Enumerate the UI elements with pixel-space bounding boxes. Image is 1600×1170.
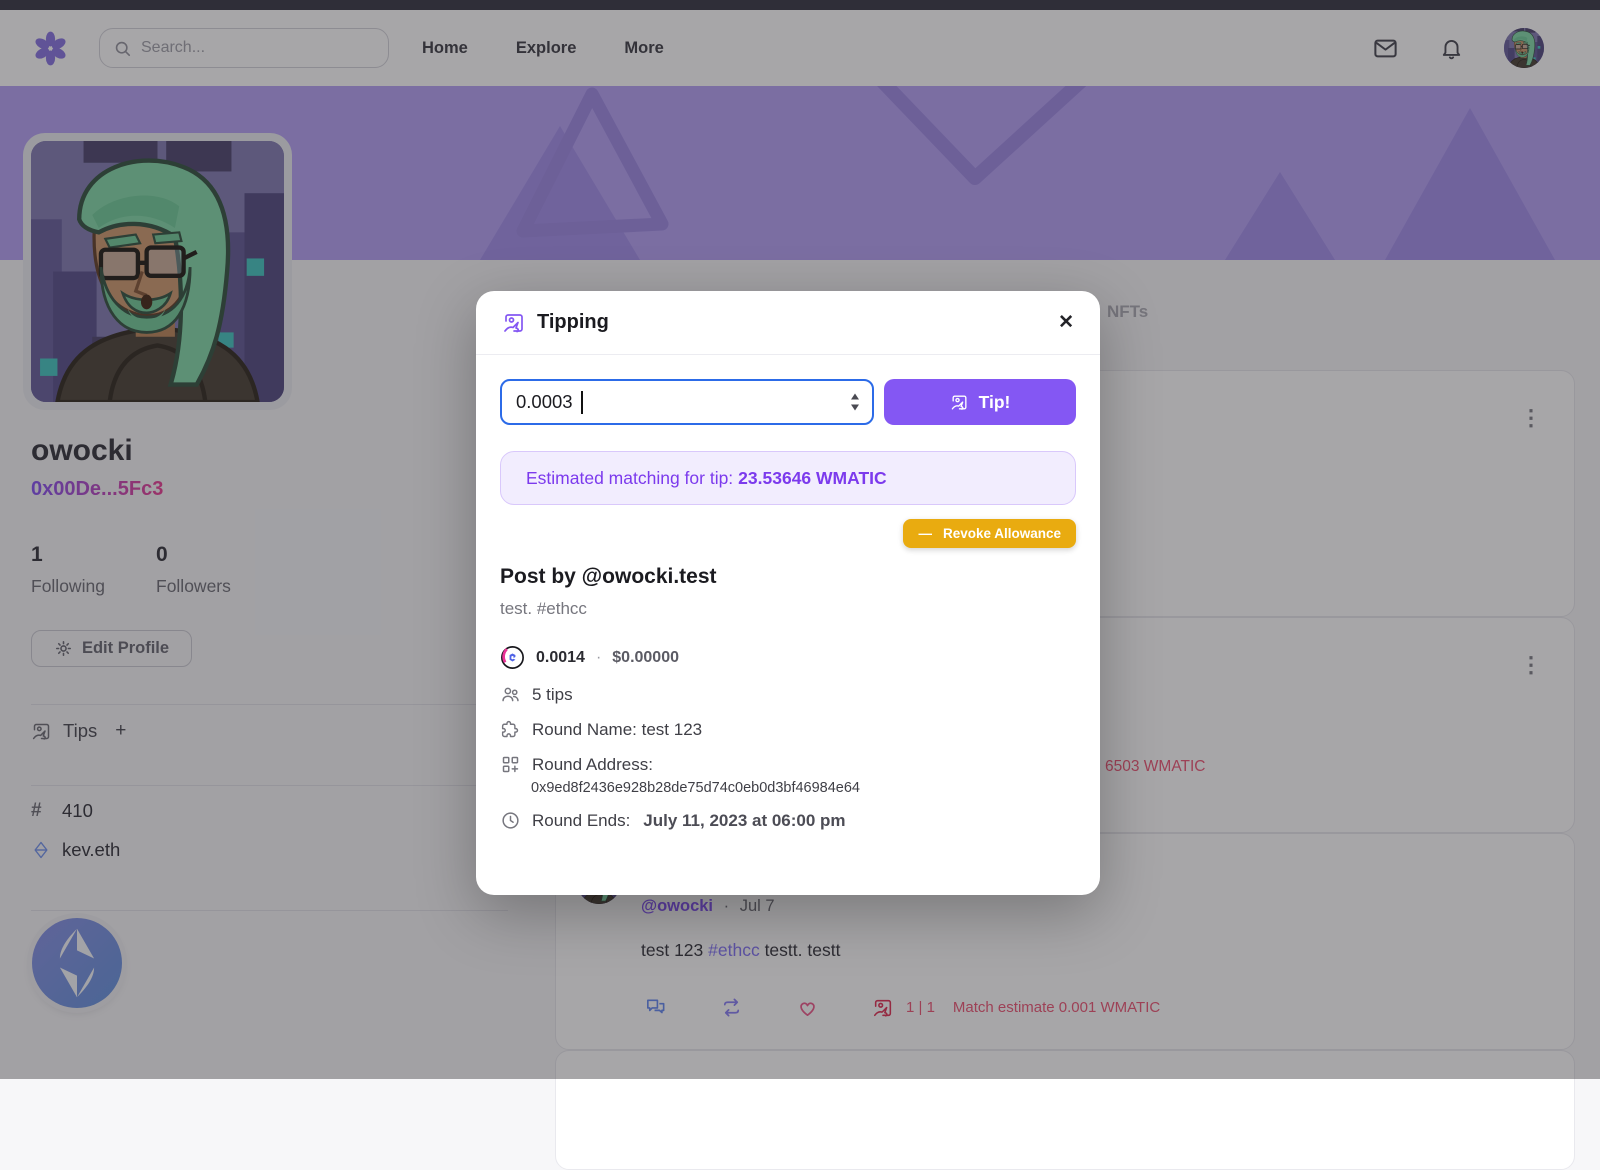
round-name: Round Name: test 123 bbox=[532, 720, 702, 740]
stepper-up-icon[interactable] bbox=[851, 394, 859, 400]
modal-body: Tip! Estimated matching for tip: 23.5364… bbox=[476, 379, 1100, 831]
usd-value: $0.00000 bbox=[612, 649, 679, 667]
tips-count-row: 5 tips bbox=[500, 684, 1076, 705]
dot-separator: · bbox=[596, 649, 601, 667]
matching-prefix: Estimated matching for tip: bbox=[526, 468, 733, 489]
minus-icon: — bbox=[918, 526, 932, 541]
tip-amount-input[interactable] bbox=[502, 391, 812, 413]
tipping-icon bbox=[502, 311, 526, 335]
tip-button[interactable]: Tip! bbox=[884, 379, 1076, 425]
modal-title: Tipping bbox=[537, 311, 609, 334]
post-snippet: test. #ethcc bbox=[500, 599, 1076, 619]
round-ends-row: Round Ends: July 11, 2023 at 06:00 pm bbox=[500, 810, 1076, 831]
revoke-allowance-button[interactable]: — Revoke Allowance bbox=[903, 519, 1076, 548]
tip-button-icon bbox=[950, 393, 969, 412]
tip-amount-field bbox=[500, 379, 874, 425]
revoke-allowance-label: Revoke Allowance bbox=[943, 526, 1061, 541]
number-stepper[interactable] bbox=[851, 394, 859, 411]
close-icon[interactable]: ✕ bbox=[1058, 311, 1074, 334]
clock-icon bbox=[500, 810, 521, 831]
token-amount-row: 0.0014 · $0.00000 bbox=[500, 645, 1076, 670]
grid-plus-icon bbox=[500, 754, 521, 775]
matching-value: 23.53646 WMATIC bbox=[738, 468, 886, 489]
round-name-row: Round Name: test 123 bbox=[500, 719, 1076, 740]
round-ends-value: July 11, 2023 at 06:00 pm bbox=[643, 811, 845, 831]
revoke-row: — Revoke Allowance bbox=[500, 519, 1076, 548]
round-address-label: Round Address: bbox=[532, 755, 653, 775]
puzzle-icon bbox=[500, 719, 521, 740]
amount-row: Tip! bbox=[500, 379, 1076, 425]
round-address-row: Round Address: bbox=[500, 754, 1076, 775]
tipping-modal: Tipping ✕ Tip! Estimated matching for ti… bbox=[476, 291, 1100, 895]
tip-button-label: Tip! bbox=[979, 392, 1011, 413]
matching-estimate-banner: Estimated matching for tip: 23.53646 WMA… bbox=[500, 451, 1076, 505]
token-amount: 0.0014 bbox=[536, 649, 585, 667]
modal-header: Tipping ✕ bbox=[476, 291, 1100, 355]
wmatic-token-icon bbox=[500, 645, 525, 670]
round-ends-label: Round Ends: bbox=[532, 811, 630, 831]
stepper-down-icon[interactable] bbox=[851, 405, 859, 411]
people-icon bbox=[500, 684, 521, 705]
post-by-heading: Post by @owocki.test bbox=[500, 565, 1076, 589]
tips-count: 5 tips bbox=[532, 685, 573, 705]
text-caret bbox=[581, 391, 583, 414]
round-address-value: 0x9ed8f2436e928b28de75d74c0eb0d3bf46984e… bbox=[531, 780, 1076, 796]
